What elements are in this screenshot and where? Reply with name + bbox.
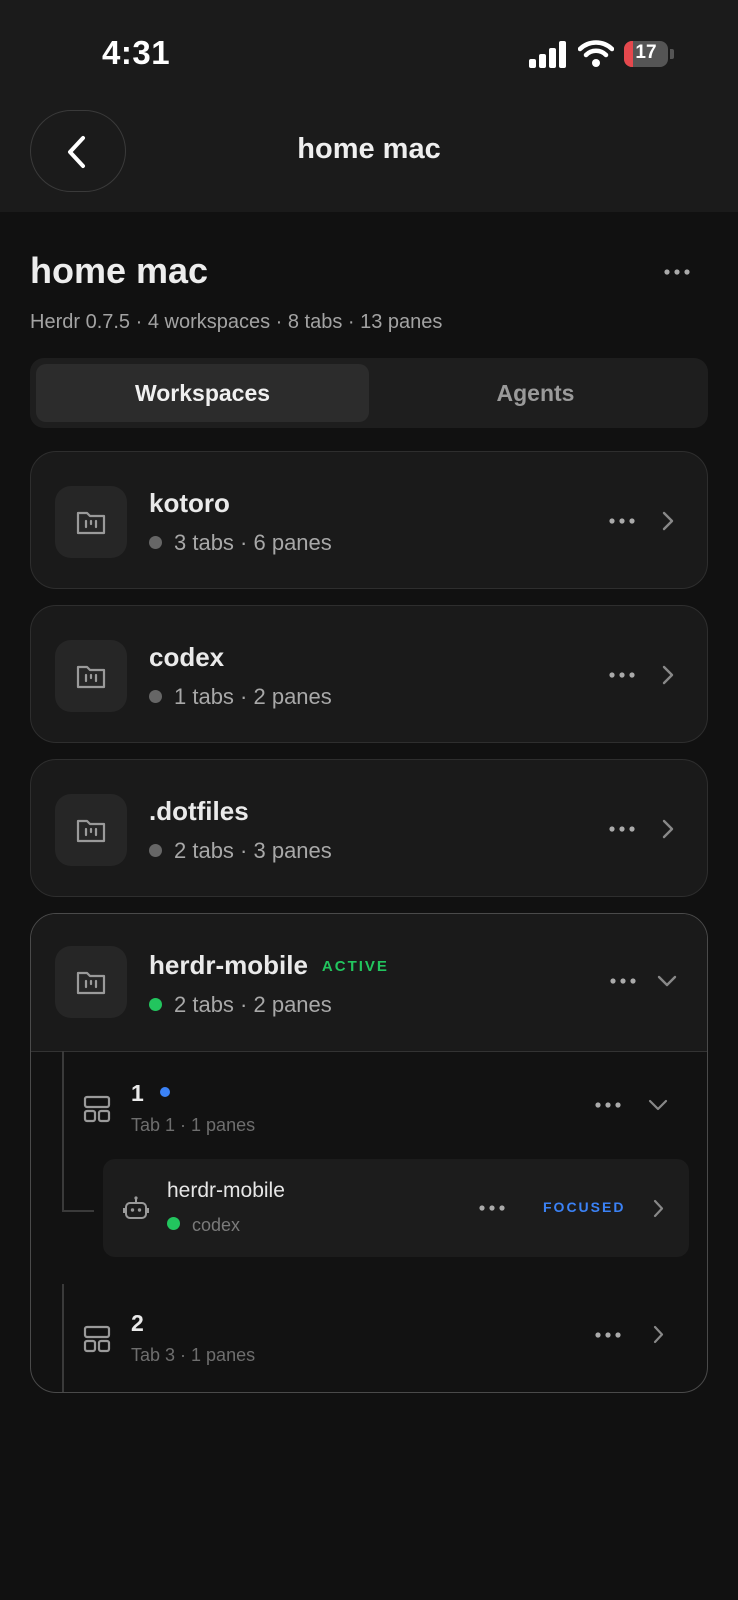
tree-connector xyxy=(62,1210,94,1212)
more-options-icon[interactable] xyxy=(593,1325,623,1345)
pane-agent-text: codex xyxy=(192,1215,241,1235)
chevron-right-icon[interactable] xyxy=(653,1325,665,1344)
more-options-icon[interactable] xyxy=(607,511,637,531)
active-workspace-card: herdr-mobile ACTIVE 2 tabs · 2 panes 1 Ta… xyxy=(30,913,708,1393)
more-options-icon[interactable] xyxy=(607,665,637,685)
workspace-meta: 3 tabs · 6 panes xyxy=(149,530,332,556)
workspace-meta: 2 tabs · 3 panes xyxy=(149,838,332,864)
pane-card[interactable]: herdr-mobile codex FOCUSED xyxy=(103,1159,689,1257)
unread-dot xyxy=(159,1087,170,1097)
chevron-down-icon[interactable] xyxy=(648,1099,668,1112)
wifi-icon xyxy=(578,40,614,67)
status-dot xyxy=(149,844,162,857)
workspace-meta: 2 tabs · 2 panes xyxy=(149,992,332,1018)
tab-number-text: 1 xyxy=(131,1080,144,1106)
more-options-icon[interactable] xyxy=(608,971,638,991)
tree-connector xyxy=(62,1284,64,1392)
layout-icon xyxy=(83,1325,111,1353)
workspace-name-text: herdr-mobile xyxy=(149,950,308,980)
active-workspace-header[interactable]: herdr-mobile ACTIVE 2 tabs · 2 panes xyxy=(31,914,707,1052)
pane-agent: codex xyxy=(167,1215,240,1236)
chevron-right-icon xyxy=(662,665,674,685)
battery-level: 17 xyxy=(635,42,657,63)
tab-subtitle: Tab 1 · 1 panes xyxy=(131,1115,256,1135)
workspace-meta-text: 2 tabs · 3 panes xyxy=(174,838,332,863)
focused-badge: FOCUSED xyxy=(543,1199,626,1215)
more-options-icon[interactable] xyxy=(593,1095,623,1115)
tab-number: 2 xyxy=(131,1310,144,1336)
workspace-name: kotoro xyxy=(149,488,230,518)
tab-number: 1 xyxy=(131,1080,170,1107)
workspace-meta: 1 tabs · 2 panes xyxy=(149,684,332,710)
more-options-icon[interactable] xyxy=(662,262,692,282)
workspace-card[interactable]: kotoro 3 tabs · 6 panes xyxy=(30,451,708,589)
tab-row[interactable]: 1 Tab 1 · 1 panes xyxy=(71,1059,701,1149)
status-dot xyxy=(149,998,162,1011)
status-dot xyxy=(167,1217,180,1230)
tab-subtitle: Tab 3 · 1 panes xyxy=(131,1345,256,1365)
tree-connector xyxy=(62,1051,64,1211)
workspace-card[interactable]: codex 1 tabs · 2 panes xyxy=(30,605,708,743)
cellular-signal-icon xyxy=(529,40,567,68)
tab-workspaces[interactable]: Workspaces xyxy=(36,364,369,422)
folder-icon xyxy=(76,665,106,689)
pane-name: herdr-mobile xyxy=(167,1179,285,1202)
workspace-meta-text: 2 tabs · 2 panes xyxy=(174,992,332,1017)
tab-row[interactable]: 2 Tab 3 · 1 panes xyxy=(71,1284,701,1374)
workspace-name: codex xyxy=(149,642,225,672)
chevron-right-icon xyxy=(653,1199,664,1218)
chevron-right-icon xyxy=(662,511,674,531)
folder-icon xyxy=(76,511,106,535)
folder-icon-box xyxy=(55,794,127,866)
status-dot xyxy=(149,536,162,549)
tab-agents[interactable]: Agents xyxy=(369,364,702,422)
workspace-name: herdr-mobile ACTIVE xyxy=(149,950,389,981)
status-dot xyxy=(149,690,162,703)
robot-icon xyxy=(123,1196,149,1219)
chevron-down-icon[interactable] xyxy=(656,974,678,988)
top-bar: 4:31 17 home mac xyxy=(0,0,738,212)
header-title: home mac xyxy=(297,133,441,165)
workspace-meta-text: 1 tabs · 2 panes xyxy=(174,684,332,709)
folder-icon-box xyxy=(55,486,127,558)
folder-icon-box xyxy=(55,640,127,712)
workspace-card[interactable]: .dotfiles 2 tabs · 3 panes xyxy=(30,759,708,897)
status-time: 4:31 xyxy=(102,34,171,71)
more-options-icon[interactable] xyxy=(607,819,637,839)
chevron-right-icon xyxy=(662,819,674,839)
more-options-icon[interactable] xyxy=(477,1198,507,1218)
battery-icon: 17 xyxy=(624,41,674,67)
segmented-control: Workspaces Agents xyxy=(30,358,708,428)
active-badge: ACTIVE xyxy=(321,958,389,975)
page-title: home mac xyxy=(30,250,209,291)
folder-icon xyxy=(76,819,106,843)
folder-icon-box xyxy=(55,946,127,1018)
page-subtitle: Herdr 0.7.5 · 4 workspaces · 8 tabs · 13… xyxy=(30,311,443,333)
layout-icon xyxy=(83,1095,111,1123)
workspace-name: .dotfiles xyxy=(149,796,249,826)
folder-icon xyxy=(76,971,106,995)
workspace-meta-text: 3 tabs · 6 panes xyxy=(174,530,332,555)
